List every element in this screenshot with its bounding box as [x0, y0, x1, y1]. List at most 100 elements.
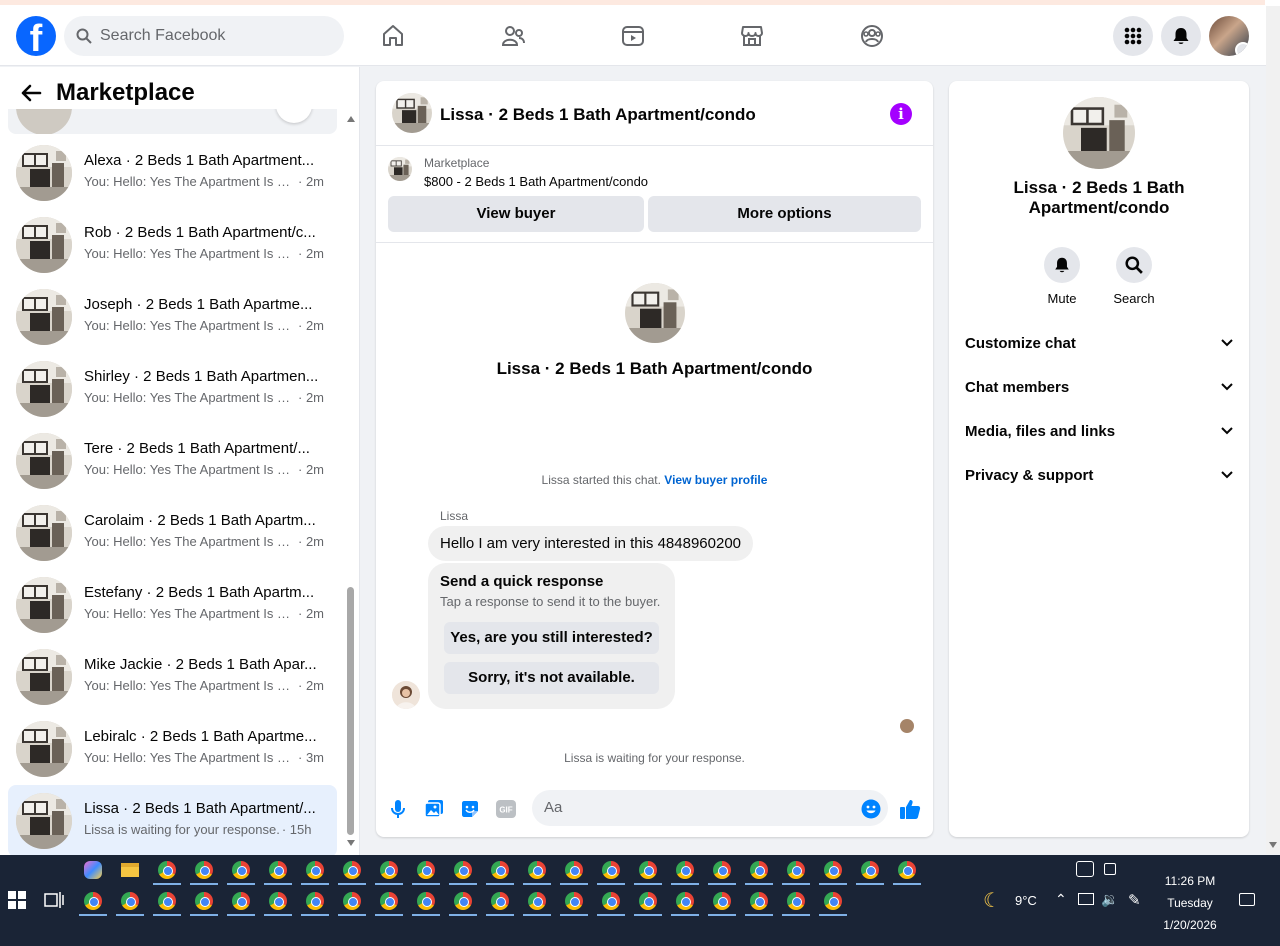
info-icon[interactable]: i: [890, 103, 912, 125]
chrome-icon[interactable]: [79, 890, 107, 916]
more-options-button[interactable]: More options: [648, 196, 921, 232]
chrome-icon[interactable]: [338, 890, 366, 916]
privacy-support-section[interactable]: Privacy & support: [965, 461, 1233, 489]
chrome-icon[interactable]: [819, 859, 847, 885]
chrome-icon[interactable]: [523, 890, 551, 916]
chrome-icon[interactable]: [560, 859, 588, 885]
network-icon[interactable]: [1078, 893, 1094, 905]
chrome-icon[interactable]: [301, 890, 329, 916]
gif-icon[interactable]: GIF: [494, 797, 518, 821]
chrome-icon[interactable]: [819, 890, 847, 916]
view-buyer-profile-link[interactable]: View buyer profile: [664, 473, 767, 487]
chrome-icon[interactable]: [597, 859, 625, 885]
video-icon[interactable]: [616, 19, 650, 53]
chrome-icon[interactable]: [375, 890, 403, 916]
chrome-icon[interactable]: [486, 890, 514, 916]
chrome-icon[interactable]: [745, 859, 773, 885]
chrome-icon[interactable]: [449, 859, 477, 885]
chrome-icon[interactable]: [190, 890, 218, 916]
chrome-icon[interactable]: [634, 859, 662, 885]
chrome-icon[interactable]: [782, 859, 810, 885]
chrome-icon[interactable]: [412, 890, 440, 916]
media-files-links-section[interactable]: Media, files and links: [965, 417, 1233, 445]
conversation-item[interactable]: Lissa · 2 Beds 1 Bath Apartment/... Lissa…: [8, 785, 337, 855]
back-arrow-icon[interactable]: [20, 83, 42, 103]
sticker-icon[interactable]: [458, 797, 482, 821]
conversation-item[interactable]: Mike Jackie · 2 Beds 1 Bath Apar... You: …: [8, 641, 337, 713]
chrome-icon[interactable]: [523, 859, 551, 885]
chrome-icon[interactable]: [227, 859, 255, 885]
home-icon[interactable]: [376, 19, 410, 53]
chrome-icon[interactable]: [116, 890, 144, 916]
marketplace-icon[interactable]: [735, 19, 769, 53]
chrome-icon[interactable]: [301, 859, 329, 885]
details-avatar[interactable]: [1063, 97, 1135, 169]
chrome-icon[interactable]: [782, 890, 810, 916]
chrome-icon[interactable]: [597, 890, 625, 916]
chrome-icon[interactable]: [671, 859, 699, 885]
copilot-icon[interactable]: [82, 859, 104, 881]
listing-title[interactable]: $800 - 2 Beds 1 Bath Apartment/condo: [424, 174, 648, 189]
weather-temp[interactable]: 9°C: [1015, 893, 1037, 908]
facebook-logo[interactable]: f: [16, 16, 56, 56]
profile-avatar[interactable]: [624, 283, 685, 343]
chrome-icon[interactable]: [671, 890, 699, 916]
conversation-item[interactable]: Shirley · 2 Beds 1 Bath Apartmen... You: …: [8, 353, 337, 425]
sidebar-scrollbar[interactable]: [343, 112, 358, 852]
cloud-sync-icon[interactable]: [1076, 861, 1094, 877]
chrome-icon[interactable]: [560, 890, 588, 916]
mute-button[interactable]: Mute: [1032, 247, 1092, 306]
conversation-item[interactable]: Tere · 2 Beds 1 Bath Apartment/... You: H…: [8, 425, 337, 497]
pen-icon[interactable]: ✎: [1128, 891, 1141, 909]
quick-reply-yes-button[interactable]: Yes, are you still interested?: [444, 622, 659, 654]
chrome-icon[interactable]: [227, 890, 255, 916]
chrome-icon[interactable]: [375, 859, 403, 885]
chrome-icon[interactable]: [486, 859, 514, 885]
groups-icon[interactable]: [855, 19, 889, 53]
bell-icon[interactable]: [1161, 16, 1201, 56]
windows-start-icon[interactable]: [8, 891, 30, 913]
meet-now-icon[interactable]: [1104, 863, 1116, 875]
chrome-icon[interactable]: [153, 890, 181, 916]
chrome-icon[interactable]: [264, 859, 292, 885]
chrome-icon[interactable]: [412, 859, 440, 885]
quick-reply-sorry-button[interactable]: Sorry, it's not available.: [444, 662, 659, 694]
chat-members-section[interactable]: Chat members: [965, 373, 1233, 401]
taskbar-clock[interactable]: 11:26 PM Tuesday 1/20/2026: [1150, 870, 1230, 936]
chat-title[interactable]: Lissa · 2 Beds 1 Bath Apartment/condo: [440, 105, 756, 125]
mic-icon[interactable]: [386, 797, 410, 821]
sender-avatar[interactable]: [392, 681, 420, 709]
customize-chat-section[interactable]: Customize chat: [965, 329, 1233, 357]
like-icon[interactable]: [898, 797, 922, 821]
chevron-up-icon[interactable]: ⌃: [1055, 891, 1067, 908]
chrome-icon[interactable]: [708, 890, 736, 916]
message-bubble[interactable]: Hello I am very interested in this 48489…: [428, 526, 754, 561]
notification-icon[interactable]: [1239, 893, 1255, 906]
chrome-icon[interactable]: [856, 859, 884, 885]
conversation-item[interactable]: Carolaim · 2 Beds 1 Bath Apartm... You: H…: [8, 497, 337, 569]
chrome-icon[interactable]: [745, 890, 773, 916]
friends-icon[interactable]: [496, 19, 530, 53]
account-avatar[interactable]: [1209, 16, 1249, 56]
chrome-icon[interactable]: [190, 859, 218, 885]
search-input[interactable]: Search Facebook: [64, 16, 344, 56]
search-conversation-button[interactable]: Search: [1104, 247, 1164, 306]
listing-thumbnail[interactable]: [388, 157, 412, 181]
list-item-partial[interactable]: [8, 109, 337, 134]
chrome-icon[interactable]: [264, 890, 292, 916]
emoji-icon[interactable]: [859, 797, 883, 821]
view-buyer-button[interactable]: View buyer: [388, 196, 644, 232]
chrome-icon[interactable]: [708, 859, 736, 885]
chrome-icon[interactable]: [634, 890, 662, 916]
conversation-item[interactable]: Joseph · 2 Beds 1 Bath Apartme... You: He…: [8, 281, 337, 353]
message-input[interactable]: Aa: [532, 790, 888, 826]
chrome-icon[interactable]: [893, 859, 921, 885]
conversation-item[interactable]: Lebiralc · 2 Beds 1 Bath Apartme... You: …: [8, 713, 337, 785]
photo-icon[interactable]: [422, 797, 446, 821]
conversation-item[interactable]: Rob · 2 Beds 1 Bath Apartment/c... You: H…: [8, 209, 337, 281]
chat-avatar[interactable]: [392, 93, 432, 133]
volume-icon[interactable]: 🔉: [1101, 891, 1118, 908]
chrome-icon[interactable]: [153, 859, 181, 885]
conversation-item[interactable]: Alexa · 2 Beds 1 Bath Apartment... You: H…: [8, 137, 337, 209]
page-scrollbar[interactable]: [1266, 6, 1280, 854]
